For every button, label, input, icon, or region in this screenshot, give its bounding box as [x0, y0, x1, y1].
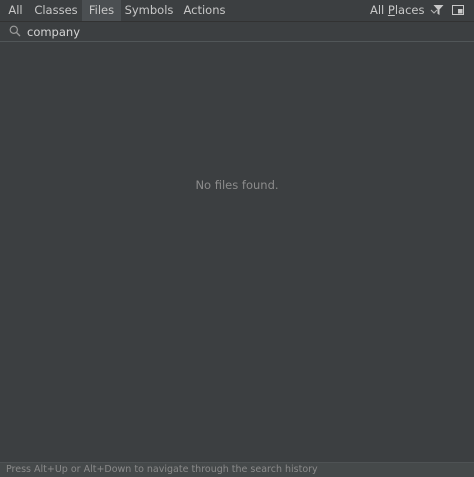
empty-results-message: No files found.	[195, 178, 279, 192]
footer-hint: Press Alt+Up or Alt+Down to navigate thr…	[6, 464, 318, 475]
footer-hint-bar: Press Alt+Up or Alt+Down to navigate thr…	[0, 462, 474, 477]
search-row	[0, 22, 474, 42]
tab-symbols[interactable]: Symbols	[121, 0, 177, 21]
tab-files[interactable]: Files	[82, 0, 121, 21]
tabs-bar: All Classes Files Symbols Actions All Pl…	[0, 0, 474, 22]
tab-all[interactable]: All	[0, 0, 31, 21]
tab-actions[interactable]: Actions	[177, 0, 232, 21]
filter-icon[interactable]	[433, 4, 444, 16]
preview-icon[interactable]	[452, 4, 464, 16]
tab-classes[interactable]: Classes	[31, 0, 81, 21]
results-list: No files found.	[0, 42, 474, 462]
search-icon	[9, 25, 21, 37]
search-input[interactable]	[26, 22, 467, 41]
scope-label-suffix: laces	[394, 3, 425, 17]
search-everywhere-popup: All Classes Files Symbols Actions All Pl…	[0, 0, 474, 477]
scope-label-prefix: All	[370, 3, 388, 17]
scope-dropdown[interactable]: All Places	[370, 0, 439, 21]
scope-label-mnemonic: P	[387, 3, 395, 17]
